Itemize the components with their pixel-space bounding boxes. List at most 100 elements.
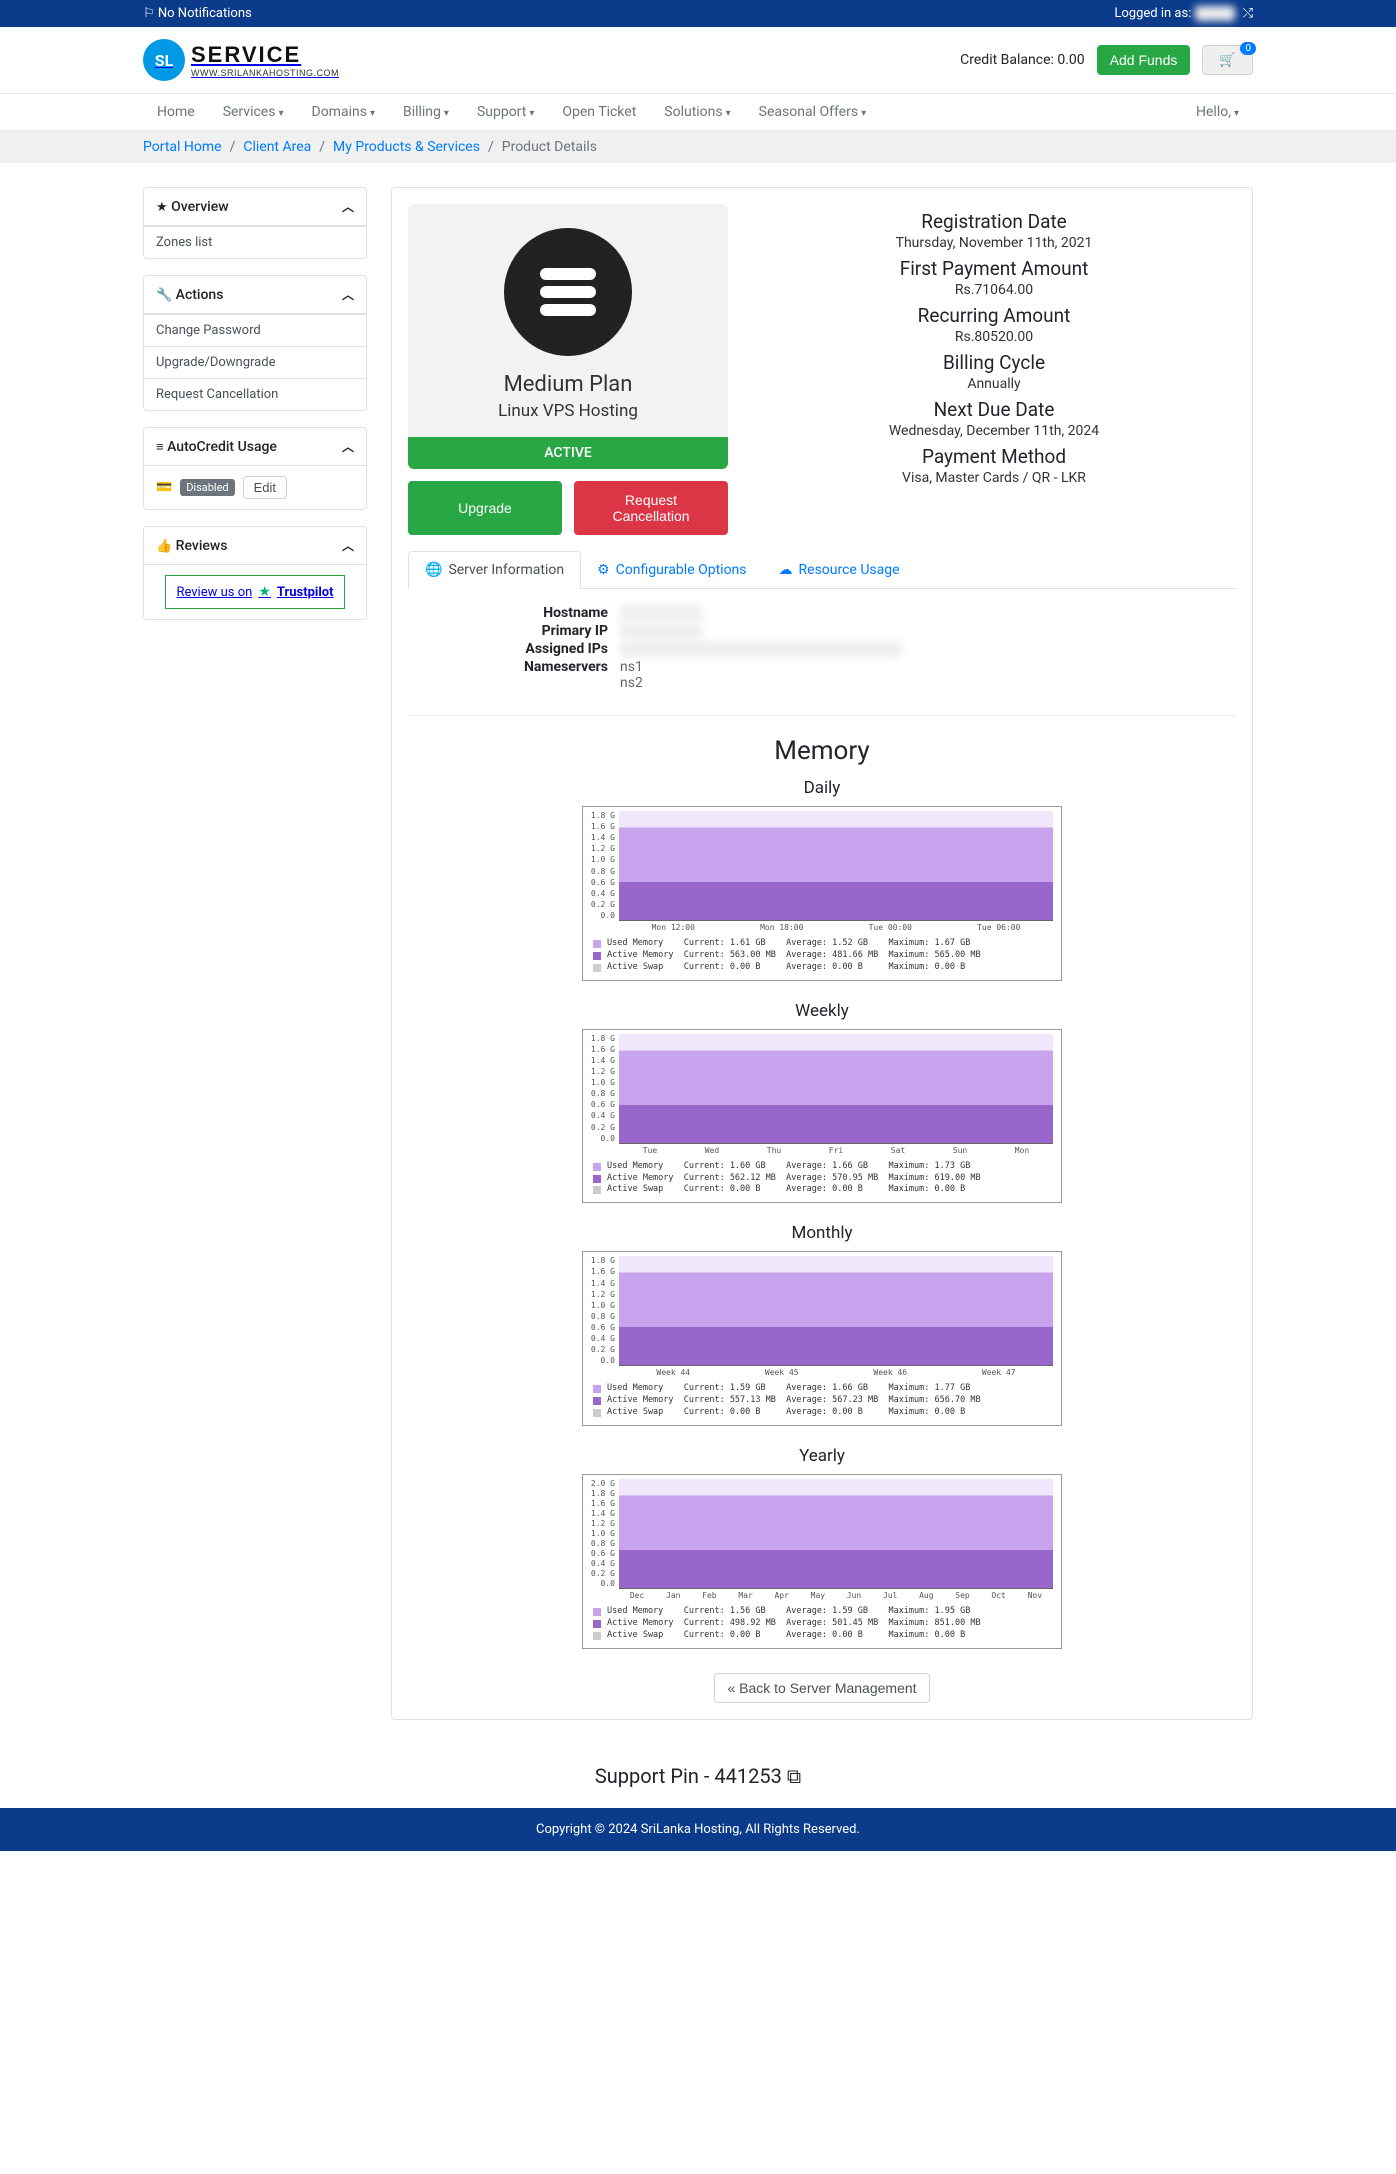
trustpilot-star-icon: ★ [258,584,271,600]
add-funds-button[interactable]: Add Funds [1097,45,1191,75]
hostname-label: Hostname [408,605,608,621]
nav-domains[interactable]: Domains [298,94,389,130]
first-payment: Rs.71064.00 [752,282,1236,298]
actions-title: Actions [176,287,224,303]
logo-text: SERVICE WWW.SRILANKAHOSTING.COM [191,42,339,78]
breadcrumb-my-products[interactable]: My Products & Services [333,139,480,155]
logged-in-user [1195,6,1235,21]
trustpilot-link[interactable]: Review us on ★ Trustpilot [165,575,344,609]
notifications-link[interactable]: ⚐ No Notifications [143,6,252,21]
star-icon: ★ [156,200,168,215]
request-cancellation-button[interactable]: Request Cancellation [574,481,728,535]
nav-open-ticket[interactable]: Open Ticket [548,94,650,130]
footer: Copyright © 2024 SriLanka Hosting, All R… [0,1808,1396,1851]
panel-reviews-head[interactable]: 👍 Reviews [144,527,366,565]
overview-title: Overview [171,199,228,215]
panel-autocredit-head[interactable]: ≡ AutoCredit Usage [144,428,366,466]
globe-icon: 🌐 [425,562,442,578]
copy-icon[interactable]: ⧉ [787,1764,801,1788]
hostname-value: hidden [620,605,702,621]
breadcrumb-client-area[interactable]: Client Area [243,139,311,155]
breadcrumb-current: Product Details [502,139,597,155]
billing-cycle-label: Billing Cycle [752,351,1236,374]
nav-hello[interactable]: Hello, [1182,94,1253,130]
nav-home[interactable]: Home [143,94,209,130]
plan-type: Linux VPS Hosting [424,401,712,421]
chart-title-yearly: Yearly [408,1446,1236,1466]
database-icon [504,228,632,356]
memory-chart-yearly: 2.0 G1.8 G1.6 G1.4 G1.2 G1.0 G0.8 G0.6 G… [582,1474,1062,1649]
sidebar-request-cancellation[interactable]: Request Cancellation [144,378,366,410]
breadcrumb: Portal Home / Client Area / My Products … [143,139,1253,155]
panel-autocredit: ≡ AutoCredit Usage 💳 Disabled Edit [143,427,367,510]
memory-chart-daily: 1.8 G1.6 G1.4 G1.2 G1.0 G0.8 G0.6 G0.4 G… [582,806,1062,981]
next-due-label: Next Due Date [752,398,1236,421]
reg-date: Thursday, November 11th, 2021 [752,235,1236,251]
chevron-up-icon [342,198,354,215]
tab-resource-usage[interactable]: ☁ Resource Usage [763,551,916,588]
autocredit-status: Disabled [180,479,234,496]
panel-overview-head[interactable]: ★ Overview [144,188,366,226]
first-payment-label: First Payment Amount [752,257,1236,280]
payment-method-label: Payment Method [752,445,1236,468]
ns2-value: ns2 [620,675,1236,691]
logo[interactable]: SL SERVICE WWW.SRILANKAHOSTING.COM [143,39,339,81]
upgrade-button[interactable]: Upgrade [408,481,562,535]
status-badge: ACTIVE [408,437,728,469]
content: Medium Plan Linux VPS Hosting ACTIVE Upg… [391,187,1253,1720]
memory-chart-weekly: 1.8 G1.6 G1.4 G1.2 G1.0 G0.8 G0.6 G0.4 G… [582,1029,1062,1204]
thumbs-up-icon: 👍 [156,539,172,554]
sidebar-zones-list[interactable]: Zones list [144,226,366,258]
header: SL SERVICE WWW.SRILANKAHOSTING.COM Credi… [0,27,1396,93]
nav-support[interactable]: Support [463,94,548,130]
coins-icon: ≡ [156,440,164,455]
tabs: 🌐 Server Information ⚙ Configurable Opti… [408,551,1236,589]
primary-ip-value: hidden [620,623,702,639]
product-summary-card: Medium Plan Linux VPS Hosting ACTIVE [408,204,728,469]
logo-icon: SL [143,39,185,81]
wrench-icon: 🔧 [156,288,172,303]
autocredit-edit-button[interactable]: Edit [243,476,287,499]
next-due: Wednesday, December 11th, 2024 [752,423,1236,439]
sidebar-change-password[interactable]: Change Password [144,314,366,346]
sidebar: ★ Overview Zones list 🔧 Actions Change P… [143,187,367,636]
tab-server-info[interactable]: 🌐 Server Information [408,551,581,589]
credit-balance: Credit Balance: 0.00 [960,52,1085,68]
topbar: ⚐ No Notifications Logged in as: ⤭ [0,0,1396,27]
chevron-up-icon [342,537,354,554]
nav-seasonal[interactable]: Seasonal Offers [745,94,880,130]
logged-in-label: Logged in as: [1114,6,1191,21]
back-to-server-mgmt-button[interactable]: « Back to Server Management [714,1673,929,1703]
memory-chart-monthly: 1.8 G1.6 G1.4 G1.2 G1.0 G0.8 G0.6 G0.4 G… [582,1251,1062,1426]
memory-heading: Memory [408,736,1236,766]
sidebar-upgrade-downgrade[interactable]: Upgrade/Downgrade [144,346,366,378]
nav-billing[interactable]: Billing [389,94,463,130]
billing-details: Registration Date Thursday, November 11t… [752,204,1236,535]
assigned-ips-value: hidden [620,641,902,657]
ns1-value: ns1 [620,659,1236,675]
support-pin: Support Pin - 441253 ⧉ [0,1744,1396,1808]
shuffle-icon[interactable]: ⤭ [1243,6,1253,21]
chart-title-weekly: Weekly [408,1001,1236,1021]
panel-actions: 🔧 Actions Change Password Upgrade/Downgr… [143,275,367,411]
chart-title-daily: Daily [408,778,1236,798]
flag-icon: ⚐ [143,6,158,21]
nav-solutions[interactable]: Solutions [650,94,744,130]
gear-icon: ⚙ [597,562,610,578]
nav-services[interactable]: Services [209,94,298,130]
card-icon: 💳 [156,480,172,495]
breadcrumb-portal-home[interactable]: Portal Home [143,139,222,155]
recurring: Rs.80520.00 [752,329,1236,345]
cloud-icon: ☁ [779,562,793,578]
reviews-title: Reviews [176,538,228,554]
tab-config-options[interactable]: ⚙ Configurable Options [581,551,762,588]
assigned-ips-label: Assigned IPs [408,641,608,657]
billing-cycle: Annually [752,376,1236,392]
memory-charts: Daily 1.8 G1.6 G1.4 G1.2 G1.0 G0.8 G0.6 G… [408,778,1236,1649]
navbar: Home Services Domains Billing Support Op… [0,93,1396,131]
panel-actions-head[interactable]: 🔧 Actions [144,276,366,314]
server-info-rows: Hostnamehidden Primary IPhidden Assigned… [408,605,1236,691]
cart-button[interactable]: 🛒 0 [1202,45,1253,75]
chevron-up-icon [342,286,354,303]
cart-icon: 🛒 [1219,52,1236,67]
